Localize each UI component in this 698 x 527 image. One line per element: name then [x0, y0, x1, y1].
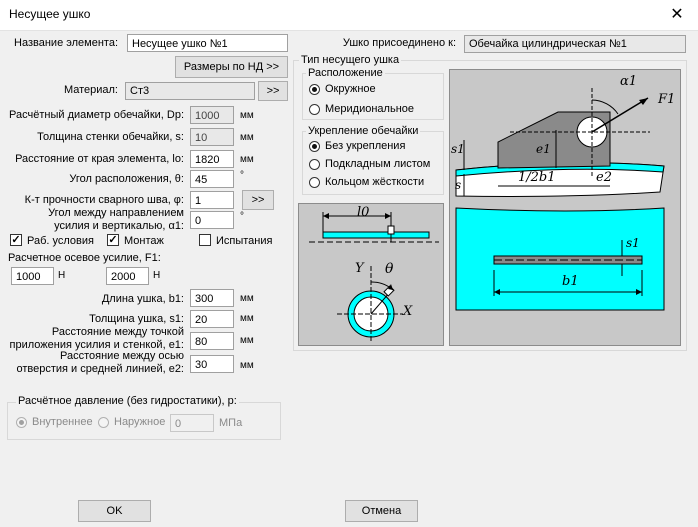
work-conditions-checkbox[interactable]: ✓ [10, 234, 22, 246]
e1-label-line1: Расстояние между точкой [51, 326, 184, 338]
theta-input[interactable]: 45 [190, 170, 234, 188]
s-unit: мм [240, 132, 254, 143]
dp-input[interactable]: 1000 [190, 106, 234, 124]
test-checkbox[interactable] [199, 234, 211, 246]
lo-unit: мм [240, 154, 254, 165]
test-label: Испытания [216, 235, 273, 247]
sketch-label-e2: e2 [596, 170, 612, 185]
alpha-label-line2: усилия и вертикалью, α1: [54, 220, 184, 232]
lug-sketch-svg [455, 88, 665, 311]
dp-unit: мм [240, 110, 254, 121]
e1-unit: мм [240, 335, 254, 346]
pressure-group-title: Расчётное давление (без гидростатики), р… [16, 395, 239, 407]
reinforce-group-title: Укрепление обечайки [306, 125, 421, 137]
s1-input[interactable]: 20 [190, 310, 234, 328]
name-input[interactable]: Несущее ушко №1 [127, 34, 288, 52]
sketch-label-x: X [403, 304, 413, 319]
cancel-button[interactable]: Отмена [345, 500, 418, 522]
attached-select[interactable]: Обечайка цилиндрическая №1 [464, 35, 686, 53]
e1-input[interactable]: 80 [190, 332, 234, 350]
b1-label: Длина ушка, b1: [101, 293, 184, 305]
window-title: Несущее ушко [9, 7, 91, 21]
e2-input[interactable]: 30 [190, 355, 234, 373]
dp-label: Расчётный диаметр обечайки, Dp: [9, 109, 184, 121]
placement-group-title: Расположение [306, 67, 385, 79]
sketch-label-s: s [455, 178, 462, 192]
sizes-button[interactable]: Размеры по НД >> [175, 56, 288, 78]
reinforce-none-label: Без укрепления [325, 140, 406, 152]
s-input[interactable]: 10 [190, 128, 234, 146]
e2-label-line1: Расстояние между осью [60, 350, 184, 362]
theta-unit: ° [240, 170, 244, 181]
work-conditions-label: Раб. условия [27, 235, 94, 247]
phi-label: К-т прочности сварного шва, φ: [24, 194, 184, 206]
phi-button[interactable]: >> [242, 190, 274, 210]
position-sketch-svg [309, 212, 439, 343]
b1-input[interactable]: 300 [190, 289, 234, 307]
alpha-label-line1: Угол между направлением [48, 207, 184, 219]
e2-unit: мм [240, 360, 254, 371]
ok-button[interactable]: OK [78, 500, 151, 522]
sketch-label-alpha: α1 [620, 74, 638, 89]
f1-label: Расчетное осевое усилие, F1: [8, 252, 161, 264]
f1-input-2[interactable]: 2000 [106, 267, 149, 285]
pressure-external-label: Наружное [114, 416, 166, 428]
alpha-unit: ° [240, 211, 244, 222]
title-bar [0, 0, 698, 31]
alpha-input[interactable]: 0 [190, 211, 234, 229]
e2-label-line2: отверстия и средней линией, e2: [16, 363, 184, 375]
sketch-label-theta: θ [385, 261, 394, 277]
sketch-label-s1: s1 [451, 142, 465, 156]
reinforce-plate-label: Подкладным листом [325, 158, 431, 170]
sketch-label-s1-plan: s1 [626, 236, 640, 250]
sketch-label-halfb1: 1/2b1 [518, 170, 556, 185]
placement-meridional-radio[interactable] [309, 104, 320, 115]
lo-label: Расстояние от края элемента, lo: [15, 153, 184, 165]
reinforce-ring-label: Кольцом жёсткости [325, 176, 425, 188]
pressure-external-radio[interactable] [98, 417, 109, 428]
pressure-input[interactable]: 0 [170, 414, 214, 432]
placement-meridional-label: Меридиональное [325, 103, 414, 115]
f1-unit-1: Н [58, 270, 66, 281]
pressure-internal-label: Внутреннее [32, 416, 93, 428]
lug-sketch: α1 F1 s1 e1 s 1/2b1 e2 b1 s1 [449, 69, 681, 346]
phi-input[interactable]: 1 [190, 191, 234, 209]
lo-input[interactable]: 1820 [190, 150, 234, 168]
pressure-unit: МПа [219, 417, 243, 429]
sketch-label-y: Y [355, 261, 364, 276]
s-label: Толщина стенки обечайки, s: [37, 131, 184, 143]
mounting-checkbox[interactable]: ✓ [107, 234, 119, 246]
reinforce-none-radio[interactable] [309, 141, 320, 152]
sketch-label-b1: b1 [562, 274, 579, 289]
s1-label: Толщина ушка, s1: [89, 313, 184, 325]
sketch-label-lo: l0 [357, 205, 370, 220]
attached-label: Ушко присоединено к: [342, 37, 456, 49]
pressure-internal-radio[interactable] [16, 417, 27, 428]
f1-input-1[interactable]: 1000 [11, 267, 54, 285]
name-label: Название элемента: [14, 37, 118, 49]
theta-label: Угол расположения, θ: [69, 173, 184, 185]
material-select[interactable]: Ст3 [125, 82, 255, 100]
placement-circumferential-label: Окружное [325, 83, 376, 95]
sketch-label-f: F1 [658, 92, 676, 107]
b1-unit: мм [240, 293, 254, 304]
type-group-title: Тип несущего ушка [299, 54, 402, 66]
position-sketch: l0 Y θ X [298, 203, 444, 346]
reinforce-plate-radio[interactable] [309, 159, 320, 170]
sketch-label-e1: e1 [536, 142, 551, 156]
mounting-label: Монтаж [124, 235, 164, 247]
reinforce-ring-radio[interactable] [309, 177, 320, 188]
close-icon[interactable]: ✕ [662, 4, 692, 26]
f1-unit-2: Н [153, 270, 161, 281]
placement-circumferential-radio[interactable] [309, 84, 320, 95]
material-button[interactable]: >> [258, 81, 288, 101]
s1-unit: мм [240, 313, 254, 324]
material-label: Материал: [63, 84, 118, 96]
